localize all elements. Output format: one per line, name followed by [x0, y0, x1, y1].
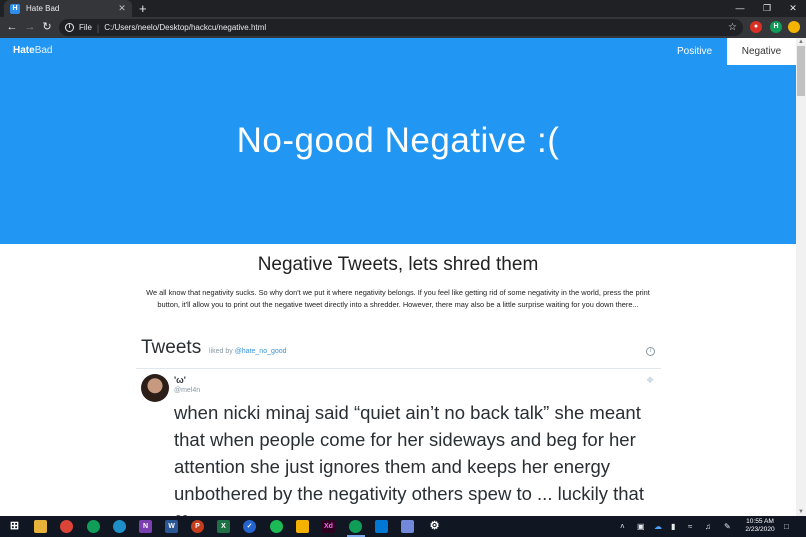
- word-icon[interactable]: W: [165, 520, 178, 533]
- minimize-button[interactable]: —: [727, 0, 753, 17]
- tweet-author-handle[interactable]: @mel4n: [174, 387, 200, 394]
- onenote-icon[interactable]: N: [139, 520, 152, 533]
- taskbar-clock[interactable]: 10:55 AM 2/23/2020: [739, 518, 781, 534]
- excel-icon[interactable]: X: [217, 520, 230, 533]
- close-window-button[interactable]: ✕: [780, 0, 806, 17]
- scroll-up-arrow-icon[interactable]: ▲: [796, 38, 806, 46]
- brand-logo[interactable]: HateBad: [13, 45, 52, 56]
- extension-icon[interactable]: ●: [750, 21, 762, 33]
- clock-time: 10:55 AM: [746, 518, 774, 525]
- browser-tab[interactable]: H Hate Bad ✕: [4, 0, 132, 17]
- tweet-text: when nicki minaj said “quiet ain’t no ba…: [174, 402, 644, 516]
- browser-toolbar: ← → ↻ i File | C:/Users/neelo/Desktop/ha…: [0, 17, 806, 38]
- chrome-icon[interactable]: [60, 520, 73, 533]
- vscode-icon[interactable]: [375, 520, 388, 533]
- info-icon[interactable]: i: [646, 347, 655, 356]
- twitter-bird-icon[interactable]: ❖: [646, 375, 654, 386]
- discord-icon[interactable]: [401, 520, 414, 533]
- timeline-header: Tweets liked by @hate_no_good i: [136, 331, 661, 369]
- windows-start-icon[interactable]: ⊞: [8, 520, 21, 533]
- user-avatar-icon[interactable]: [788, 21, 800, 33]
- site-navbar: HateBad Positive Negative: [0, 38, 796, 65]
- edge-icon[interactable]: [113, 520, 126, 533]
- url-text[interactable]: C:/Users/neelo/Desktop/hackcu/negative.h…: [104, 23, 266, 32]
- tray-meet-icon[interactable]: ▣: [637, 520, 645, 533]
- timeline-title: Tweets: [141, 337, 202, 358]
- section-title: Negative Tweets, lets shred them: [257, 254, 539, 275]
- scrollbar-thumb[interactable]: [797, 46, 805, 96]
- reload-icon[interactable]: ↻: [39, 19, 55, 36]
- pen-icon[interactable]: ✎: [724, 520, 731, 533]
- bookmark-star-icon[interactable]: ☆: [728, 22, 737, 33]
- adobe-xd-icon[interactable]: Xd: [322, 520, 335, 533]
- spotify-icon[interactable]: [270, 520, 283, 533]
- tab-close-icon[interactable]: ✕: [116, 3, 128, 14]
- liked-by-label: liked by: [209, 348, 233, 355]
- powerpoint-icon[interactable]: P: [191, 520, 204, 533]
- tab-title: Hate Bad: [26, 4, 60, 13]
- browser-tab-strip: H Hate Bad ✕ + — ❐ ✕: [0, 0, 806, 17]
- windows-taskbar: ⊞ N W P X ✓ Xd ⚙ ˄ ▣ ☁ ▮ ≈ ♫ ✎ 10:55 AM …: [0, 516, 806, 537]
- todo-icon[interactable]: ✓: [243, 520, 256, 533]
- tweet-author-name[interactable]: 'ω': [174, 375, 186, 385]
- onedrive-cloud-icon[interactable]: ☁: [654, 520, 662, 533]
- file-explorer-icon[interactable]: [34, 520, 47, 533]
- notifications-icon[interactable]: □: [784, 520, 789, 533]
- chrome-active-icon[interactable]: [349, 520, 362, 533]
- wifi-icon[interactable]: ≈: [688, 520, 692, 533]
- chrome-profile-icon[interactable]: [87, 520, 100, 533]
- page-scrollbar[interactable]: ▲ ▼: [796, 38, 806, 516]
- timeline-liked-by: liked by @hate_no_good: [209, 348, 287, 355]
- profile-avatar[interactable]: H: [770, 21, 782, 33]
- clock-date: 2/23/2020: [745, 526, 775, 533]
- tweet[interactable]: 'ω' @mel4n ❖ when nicki minaj said “quie…: [136, 370, 661, 516]
- info-icon[interactable]: i: [65, 23, 74, 32]
- volume-icon[interactable]: ♫: [705, 520, 711, 533]
- address-separator: |: [96, 22, 100, 33]
- address-prefix: File: [79, 23, 92, 32]
- back-arrow-icon[interactable]: ←: [4, 19, 20, 36]
- settings-gear-icon[interactable]: ⚙: [428, 520, 441, 533]
- page-viewport: HateBad Positive Negative No-good Negati…: [0, 38, 796, 516]
- restore-button[interactable]: ❐: [754, 0, 780, 17]
- tray-chevron-up-icon[interactable]: ˄: [620, 520, 625, 533]
- store-icon[interactable]: [296, 520, 309, 533]
- hero-title: No-good Negative :(: [236, 121, 560, 160]
- nav-link-positive[interactable]: Positive: [668, 38, 721, 65]
- brand-light: Bad: [34, 45, 53, 56]
- section-description: We all know that negativity sucks. So wh…: [146, 288, 650, 309]
- nav-link-negative[interactable]: Negative: [727, 38, 796, 65]
- scroll-down-arrow-icon[interactable]: ▼: [796, 508, 806, 516]
- battery-icon[interactable]: ▮: [671, 520, 675, 533]
- twitter-timeline: Tweets liked by @hate_no_good i 'ω' @mel…: [136, 331, 661, 516]
- liked-by-handle-link[interactable]: @hate_no_good: [235, 348, 287, 355]
- brand-bold: Hate: [13, 45, 35, 56]
- new-tab-button[interactable]: +: [139, 1, 147, 16]
- hero-banner: No-good Negative :(: [0, 65, 796, 244]
- site-favicon-icon: H: [10, 3, 20, 14]
- tweet-author-avatar[interactable]: [141, 374, 169, 402]
- address-bar[interactable]: i File | C:/Users/neelo/Desktop/hackcu/n…: [59, 19, 743, 36]
- forward-arrow-icon[interactable]: →: [22, 19, 38, 36]
